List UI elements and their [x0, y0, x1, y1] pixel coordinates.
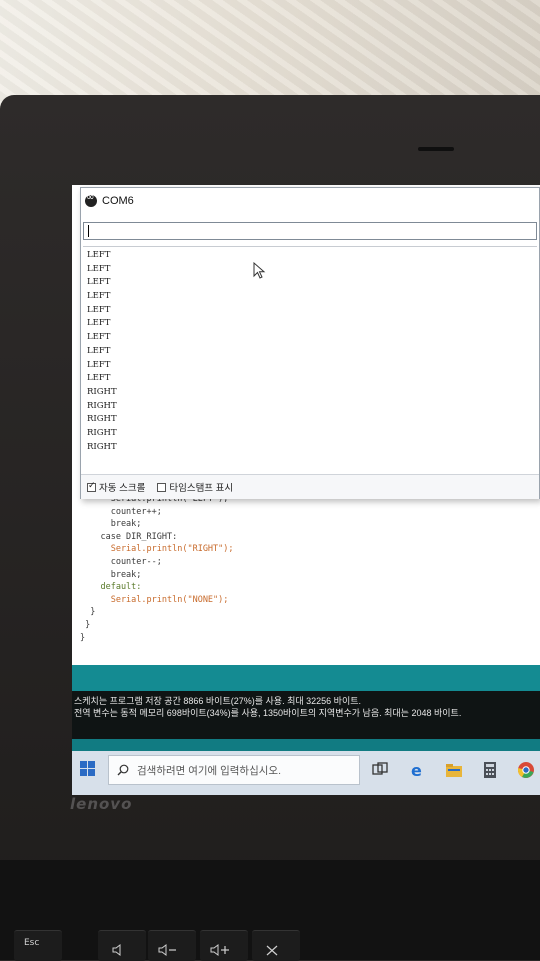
serial-options-bar: 자동 스크롤 타임스탬프 표시 — [81, 474, 539, 499]
timestamp-checkbox-box[interactable] — [157, 482, 167, 492]
code-line: counter--; — [80, 556, 162, 567]
autoscroll-checkbox-box[interactable] — [87, 481, 96, 492]
serial-monitor-titlebar[interactable]: COM6 — [81, 188, 539, 214]
windows-start-icon[interactable] — [80, 761, 96, 777]
volume-up-icon — [210, 944, 229, 956]
task-view-icon[interactable] — [370, 761, 390, 779]
code-line: break; — [80, 519, 142, 530]
code-line: case DIR_RIGHT: — [80, 531, 178, 542]
svg-text:e: e — [411, 761, 422, 779]
serial-output-line: RIGHT — [87, 400, 117, 411]
serial-output-line: RIGHT — [87, 427, 117, 438]
windows-taskbar: 검색하려면 여기에 입력하십시오. e — [72, 751, 540, 795]
code-line: Serial.println("NONE"); — [80, 594, 229, 605]
arduino-icon — [85, 192, 97, 207]
esc-key-label: Esc — [24, 938, 40, 948]
serial-output-line: RIGHT — [87, 386, 117, 397]
window-title: COM6 — [102, 195, 134, 207]
autoscroll-checkbox[interactable]: 자동 스크롤 — [87, 480, 145, 494]
send-input[interactable] — [83, 222, 537, 240]
serial-output-line: RIGHT — [87, 441, 117, 452]
code-line: } — [80, 619, 91, 630]
code-line: default: — [80, 582, 142, 593]
mouse-cursor-icon — [253, 262, 266, 279]
ide-console: 스케치는 프로그램 저장 공간 8866 바이트(27%)를 사용. 최대 32… — [72, 691, 540, 739]
volume-down-icon — [158, 944, 176, 956]
webcam — [418, 147, 454, 151]
timestamp-label: 타임스탬프 표시 — [169, 483, 234, 494]
code-line: counter++; — [80, 506, 162, 517]
search-placeholder: 검색하려면 여기에 입력하십시오. — [137, 764, 281, 777]
calculator-icon[interactable] — [480, 761, 500, 779]
code-line: Serial.println("RIGHT"); — [80, 544, 234, 555]
serial-output-line: LEFT — [87, 318, 111, 329]
serial-output-line: LEFT — [87, 277, 111, 288]
serial-output-line: LEFT — [87, 250, 111, 260]
serial-output[interactable]: LEFT LEFT LEFT LEFT LEFT LEFT LEFT LEFT LEFT LEFT… — [83, 246, 537, 472]
autoscroll-label: 자동 스크롤 — [99, 483, 146, 494]
text-caret — [88, 225, 89, 237]
serial-monitor-window: COM6 LEFTLEFTLEFTLEFTLEFTLEFTLEFTLEFTLEF… — [80, 187, 540, 499]
chrome-icon[interactable] — [516, 761, 536, 779]
file-explorer-icon[interactable] — [444, 761, 464, 779]
mic-mute-icon — [266, 945, 278, 956]
code-line: break; — [80, 569, 142, 580]
code-line: } — [80, 632, 86, 643]
serial-output-line: LEFT — [87, 304, 111, 315]
search-icon — [117, 764, 129, 776]
laptop-screen: Serial.println("LEFT"); counter++; break… — [72, 185, 540, 795]
edge-icon[interactable]: e — [408, 761, 428, 779]
serial-output-line: RIGHT — [87, 414, 117, 425]
code-text[interactable]: Serial.println("LEFT"); counter++; break… — [80, 493, 234, 644]
lenovo-logo: lenovo — [70, 795, 133, 813]
serial-output-line: LEFT — [87, 263, 111, 274]
serial-output-line: LEFT — [87, 373, 111, 384]
ide-message-bar — [72, 665, 540, 691]
timestamp-checkbox[interactable]: 타임스탬프 표시 — [157, 480, 233, 494]
laptop-keyboard: Esc — [0, 860, 540, 961]
ide-status-bar — [72, 739, 540, 751]
serial-output-line: LEFT — [87, 359, 111, 370]
console-line: 스케치는 프로그램 저장 공간 8866 바이트(27%)를 사용. 최대 32… — [74, 696, 362, 706]
mute-icon — [112, 944, 121, 956]
serial-output-line: LEFT — [87, 345, 111, 356]
serial-output-line: LEFT — [87, 291, 111, 302]
taskbar-search-box[interactable]: 검색하려면 여기에 입력하십시오. — [108, 755, 360, 785]
code-line: } — [80, 607, 96, 618]
serial-output-line: LEFT — [87, 332, 111, 343]
console-line: 전역 변수는 동적 메모리 698바이트(34%)를 사용, 1350바이트의 … — [74, 708, 462, 718]
